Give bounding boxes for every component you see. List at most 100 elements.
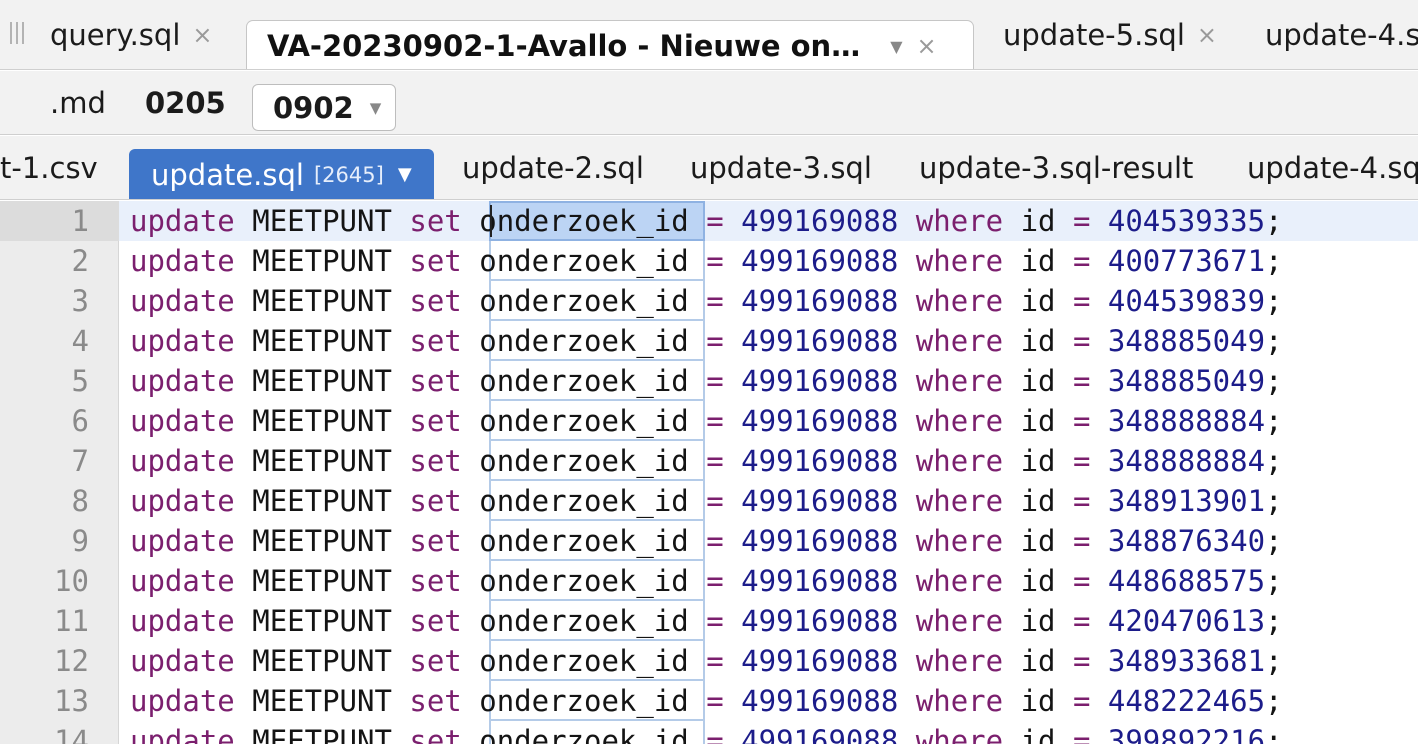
column-name: onderzoek_id — [479, 604, 689, 638]
close-icon[interactable]: × — [1197, 21, 1217, 49]
code-line[interactable]: 5 update MEETPUNT set onderzoek_id = 4991… — [0, 361, 1418, 401]
code-line[interactable]: 4 update MEETPUNT set onderzoek_id = 4991… — [0, 321, 1418, 361]
chevron-down-icon[interactable]: ▼ — [890, 37, 902, 56]
code-text: update MEETPUNT set onderzoek_id = 49916… — [130, 361, 1283, 401]
id-column: id — [1020, 644, 1056, 678]
id-column: id — [1020, 564, 1056, 598]
id-column: id — [1020, 484, 1056, 518]
sub-tab-md[interactable]: .md — [50, 71, 106, 135]
code-line[interactable]: 10 update MEETPUNT set onderzoek_id = 499… — [0, 561, 1418, 601]
value-literal: 499169088 — [741, 484, 899, 518]
keyword-set: set — [409, 604, 462, 638]
tab-label: update-4.s — [1265, 18, 1418, 52]
column-name: onderzoek_id — [479, 244, 689, 278]
line-number: 12 — [54, 644, 89, 678]
column-name: onderzoek_id — [479, 484, 689, 518]
operator-equals: = — [1072, 684, 1091, 718]
tab-update-3-sql-result[interactable]: update-3.sql-result — [919, 136, 1194, 199]
keyword-where: where — [915, 364, 1004, 398]
text-cursor — [490, 205, 492, 237]
code-line[interactable]: 14 update MEETPUNT set onderzoek_id = 499… — [0, 721, 1418, 744]
code-line[interactable]: 2 update MEETPUNT set onderzoek_id = 4991… — [0, 241, 1418, 281]
semicolon: ; — [1265, 684, 1283, 718]
line-number: 6 — [71, 404, 89, 438]
keyword-set: set — [409, 524, 462, 558]
code-line[interactable]: 11 update MEETPUNT set onderzoek_id = 499… — [0, 601, 1418, 641]
tab-va-20230902[interactable]: VA-20230902-1-Avallo - Nieuwe on… ▼ × — [246, 20, 974, 69]
id-literal: 420470613 — [1107, 604, 1266, 638]
code-line[interactable]: 1 update MEETPUNT set onderzoek_id = 4991… — [0, 201, 1418, 241]
operator-equals: = — [706, 404, 724, 438]
line-number: 3 — [71, 284, 89, 318]
code-text: update MEETPUNT set onderzoek_id = 49916… — [130, 521, 1283, 561]
code-line[interactable]: 9 update MEETPUNT set onderzoek_id = 4991… — [0, 521, 1418, 561]
tab-label: VA-20230902-1-Avallo - Nieuwe on… — [267, 29, 861, 63]
keyword-where: where — [915, 444, 1004, 478]
table-name: MEETPUNT — [252, 364, 392, 398]
row-count-badge: [2645] — [313, 162, 384, 187]
tab-update-4-sql[interactable]: update-4.sq — [1247, 136, 1418, 199]
tab-update-5-sql[interactable]: update-5.sql × — [1003, 0, 1217, 69]
semicolon: ; — [1265, 324, 1283, 358]
column-name: onderzoek_id — [479, 644, 689, 678]
operator-equals: = — [1072, 604, 1091, 638]
close-icon[interactable]: × — [917, 32, 937, 60]
operator-equals: = — [706, 244, 724, 278]
code-line[interactable]: 12 update MEETPUNT set onderzoek_id = 499… — [0, 641, 1418, 681]
id-literal: 400773671 — [1107, 244, 1266, 278]
tab-query-sql[interactable]: query.sql × — [50, 0, 212, 69]
tab-update-sql[interactable]: update.sql [2645] ▼ — [129, 149, 434, 199]
sub-tab-label: .md — [50, 86, 106, 120]
keyword-update: update — [130, 444, 235, 478]
line-number: 7 — [71, 444, 89, 478]
tab-update-3-sql[interactable]: update-3.sql — [690, 136, 872, 199]
line-number: 10 — [54, 564, 89, 598]
keyword-set: set — [409, 444, 462, 478]
code-line[interactable]: 3 update MEETPUNT set onderzoek_id = 4991… — [0, 281, 1418, 321]
keyword-update: update — [130, 604, 235, 638]
id-literal: 348885049 — [1107, 364, 1266, 398]
operator-equals: = — [1072, 404, 1091, 438]
tab-t-1-csv[interactable]: t-1.csv — [0, 136, 98, 199]
code-line[interactable]: 13 update MEETPUNT set onderzoek_id = 499… — [0, 681, 1418, 721]
tab-label: update-5.sql — [1003, 18, 1185, 52]
semicolon: ; — [1265, 204, 1283, 238]
operator-equals: = — [706, 724, 724, 744]
table-name: MEETPUNT — [252, 644, 392, 678]
id-column: id — [1020, 284, 1056, 318]
keyword-update: update — [130, 724, 235, 744]
sub-tab-0902[interactable]: 0902 ▼ — [252, 84, 397, 131]
operator-equals: = — [1072, 524, 1091, 558]
code-line[interactable]: 7 update MEETPUNT set onderzoek_id = 4991… — [0, 441, 1418, 481]
close-icon[interactable]: × — [192, 21, 212, 49]
code-line[interactable]: 8 update MEETPUNT set onderzoek_id = 4991… — [0, 481, 1418, 521]
id-literal: 448688575 — [1107, 564, 1266, 598]
code-line[interactable]: 6 update MEETPUNT set onderzoek_id = 4991… — [0, 401, 1418, 441]
table-name: MEETPUNT — [252, 604, 392, 638]
keyword-set: set — [409, 324, 462, 358]
operator-equals: = — [706, 484, 724, 518]
editor-tab-bar: query.sql × VA-20230902-1-Avallo - Nieuw… — [0, 0, 1418, 70]
keyword-where: where — [915, 284, 1004, 318]
drag-grip-icon[interactable] — [8, 22, 26, 48]
keyword-update: update — [130, 364, 235, 398]
sub-tab-0205[interactable]: 0205 — [145, 71, 226, 135]
code-text: update MEETPUNT set onderzoek_id = 49916… — [130, 401, 1283, 441]
tab-label: update-3.sql-result — [919, 151, 1194, 185]
id-column: id — [1020, 364, 1056, 398]
chevron-down-icon[interactable]: ▼ — [370, 99, 382, 117]
id-literal: 448222465 — [1107, 684, 1266, 718]
keyword-where: where — [915, 404, 1004, 438]
operator-equals: = — [1072, 444, 1091, 478]
keyword-set: set — [409, 644, 462, 678]
operator-equals: = — [1072, 204, 1091, 238]
keyword-set: set — [409, 484, 462, 518]
tab-update-2-sql[interactable]: update-2.sql — [462, 136, 644, 199]
chevron-down-icon[interactable]: ▼ — [398, 164, 412, 185]
tab-update-4-sql[interactable]: update-4.s — [1265, 0, 1418, 69]
value-literal: 499169088 — [741, 244, 899, 278]
keyword-set: set — [409, 284, 462, 318]
code-editor[interactable]: 1 update MEETPUNT set onderzoek_id = 4991… — [0, 201, 1418, 744]
sub-tab-label: 0902 — [273, 90, 354, 125]
code-text: update MEETPUNT set onderzoek_id = 49916… — [130, 241, 1283, 281]
